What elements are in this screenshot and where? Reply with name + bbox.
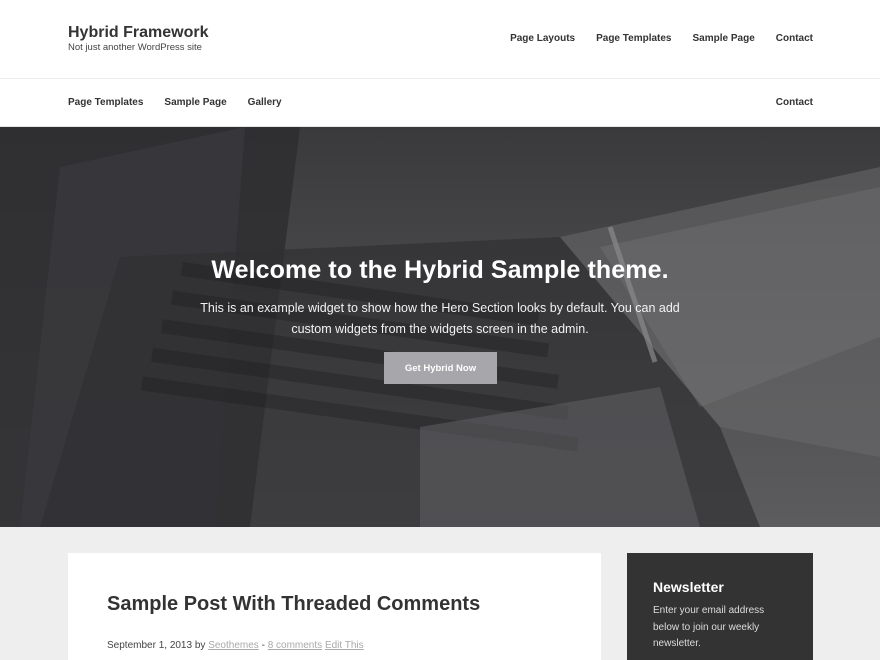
post-date: September 1, 2013 <box>107 640 193 651</box>
post-comments-link[interactable]: 8 comments <box>268 640 322 651</box>
post-card: Sample Post With Threaded Comments Septe… <box>68 553 601 660</box>
nav-item-page-layouts[interactable]: Page Layouts <box>510 33 575 44</box>
site-description: Not just another WordPress site <box>68 42 202 53</box>
newsletter-text: Enter your email address below to join o… <box>653 605 765 649</box>
post-edit-link[interactable]: Edit This <box>325 640 364 651</box>
nav-item-sample-page[interactable]: Sample Page <box>693 33 755 44</box>
post-by: by <box>194 640 206 651</box>
secondary-nav-left: Page Templates Sample Page Gallery <box>68 97 303 108</box>
primary-nav: Page Layouts Page Templates Sample Page … <box>489 33 813 44</box>
site-header: Hybrid Framework Not just another WordPr… <box>0 0 880 79</box>
hero-text: This is an example widget to show how th… <box>200 301 680 336</box>
hero-section: Welcome to the Hybrid Sample theme. This… <box>0 127 880 527</box>
site-title[interactable]: Hybrid Framework <box>68 24 208 42</box>
post-meta-separator: - <box>261 640 265 651</box>
secondary-nav-item-gallery[interactable]: Gallery <box>248 97 282 108</box>
newsletter-widget: Newsletter Enter your email address belo… <box>627 553 813 660</box>
nav-item-page-templates[interactable]: Page Templates <box>596 33 671 44</box>
secondary-nav-item-sample-page[interactable]: Sample Page <box>164 97 226 108</box>
secondary-nav-item-contact[interactable]: Contact <box>776 97 813 108</box>
post-meta: September 1, 2013 by Seothemes - 8 comme… <box>107 640 364 651</box>
post-author-link[interactable]: Seothemes <box>208 640 259 651</box>
get-hybrid-now-button[interactable]: Get Hybrid Now <box>384 352 497 384</box>
newsletter-title: Newsletter <box>653 579 724 595</box>
secondary-nav-item-page-templates[interactable]: Page Templates <box>68 97 143 108</box>
secondary-nav: Page Templates Sample Page Gallery Conta… <box>0 79 880 127</box>
hero-title: Welcome to the Hybrid Sample theme. <box>211 256 669 284</box>
post-title[interactable]: Sample Post With Threaded Comments <box>107 593 480 616</box>
nav-item-contact[interactable]: Contact <box>776 33 813 44</box>
